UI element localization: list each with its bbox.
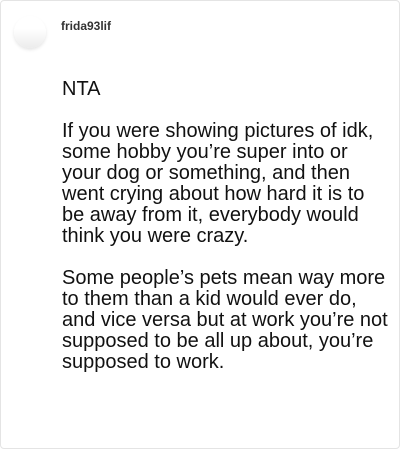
comment-header: frida93lif — [14, 16, 111, 48]
comment-paragraph: If you were showing pictures of idk, som… — [62, 120, 374, 247]
comment-body: NTA If you were showing pictures of idk,… — [62, 79, 392, 373]
avatar[interactable] — [14, 16, 46, 48]
comment-card: frida93lif NTA If you were showing pictu… — [0, 0, 400, 449]
comment-paragraph: Some people’s pets mean way more to them… — [62, 267, 388, 373]
comment-paragraph: NTA — [62, 78, 101, 100]
username[interactable]: frida93lif — [61, 19, 111, 33]
